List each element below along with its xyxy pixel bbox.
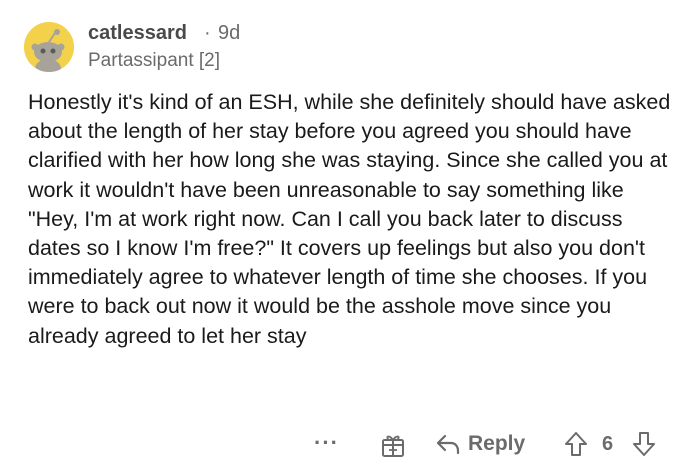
vote-score: 6: [602, 433, 614, 455]
upvote-arrow-icon: [565, 432, 587, 456]
reply-button[interactable]: Reply: [436, 428, 525, 460]
comment-body: Honestly it's kind of an ESH, while she …: [28, 90, 671, 348]
gift-award-icon: [382, 435, 404, 457]
user-flair: Partassipant [2]: [88, 50, 221, 71]
award-button[interactable]: [380, 432, 406, 458]
more-options-button[interactable]: ···: [314, 428, 339, 458]
reply-label: Reply: [468, 432, 526, 455]
reply-arrow-icon: [436, 434, 460, 455]
downvote-arrow-icon: [633, 432, 655, 456]
comment-actions: ··· Reply 6: [0, 428, 700, 462]
more-dots-icon: ···: [314, 430, 339, 455]
avatar[interactable]: [24, 22, 74, 72]
downvote-button[interactable]: [632, 431, 656, 457]
comment-age: 9d: [218, 22, 241, 44]
comment: catlessard · 9d Partassipant [2] Honestl…: [0, 0, 700, 474]
comment-author[interactable]: catlessard: [88, 22, 187, 45]
upvote-button[interactable]: [564, 431, 588, 457]
meta-separator: ·: [204, 22, 211, 44]
snoo-avatar-icon: [24, 22, 74, 72]
